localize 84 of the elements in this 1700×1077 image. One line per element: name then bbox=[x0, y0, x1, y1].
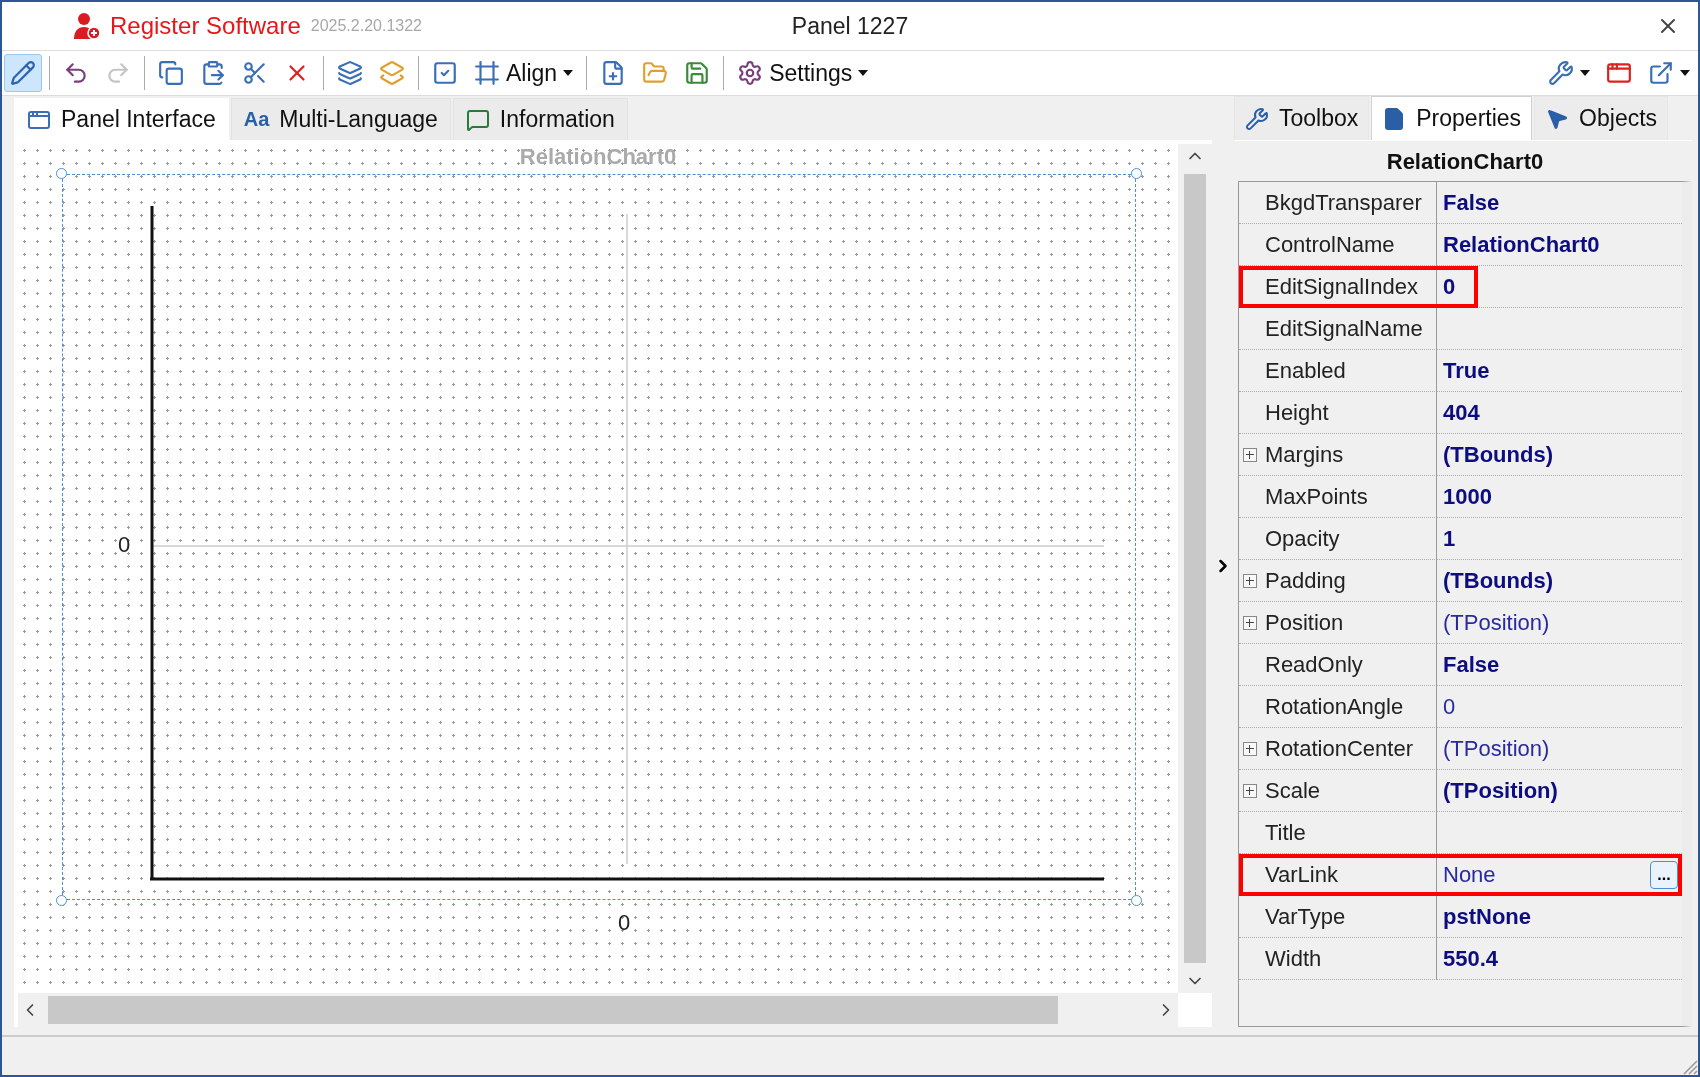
property-name: Width bbox=[1265, 945, 1322, 972]
menu-button[interactable]: Settings bbox=[731, 54, 875, 92]
property-name: Opacity bbox=[1265, 525, 1340, 552]
panel-tab[interactable]: Objects bbox=[1534, 96, 1669, 140]
checkbox-icon bbox=[432, 60, 458, 86]
resize-handle[interactable] bbox=[56, 168, 67, 179]
property-name: Enabled bbox=[1265, 357, 1346, 384]
paste-icon bbox=[200, 60, 226, 86]
menu-button[interactable]: Align bbox=[468, 54, 580, 92]
property-name: RotationAngle bbox=[1265, 693, 1404, 720]
property-value[interactable]: True bbox=[1443, 357, 1490, 384]
settings-icon bbox=[737, 60, 764, 86]
font-icon: Aa bbox=[243, 108, 270, 131]
user-icon bbox=[72, 11, 102, 41]
property-name: VarLink bbox=[1265, 861, 1338, 888]
property-value[interactable]: (TPosition) bbox=[1443, 777, 1558, 804]
property-value[interactable]: 0 bbox=[1443, 693, 1456, 720]
chat-icon bbox=[465, 107, 490, 132]
property-name: ControlName bbox=[1265, 231, 1395, 258]
property-name: Position bbox=[1265, 609, 1344, 636]
layers-icon bbox=[379, 60, 405, 86]
property-name: RotationCenter bbox=[1265, 735, 1413, 762]
redo-icon bbox=[105, 60, 131, 86]
document-tab[interactable]: Information bbox=[452, 98, 628, 140]
property-name: Height bbox=[1265, 399, 1329, 426]
property-name: Title bbox=[1265, 819, 1306, 846]
scrollbar-thumb[interactable] bbox=[1184, 174, 1206, 963]
undo-icon bbox=[63, 60, 89, 86]
resize-handle[interactable] bbox=[56, 895, 67, 906]
property-name: Margins bbox=[1265, 441, 1344, 468]
version-text: 2025.2.20.1322 bbox=[310, 17, 422, 35]
toolbar-button[interactable] bbox=[4, 54, 42, 92]
property-value[interactable]: False bbox=[1443, 189, 1500, 216]
property-name: ReadOnly bbox=[1265, 651, 1363, 678]
selection-frame[interactable] bbox=[62, 174, 1136, 900]
app-name: Register Software bbox=[110, 12, 301, 40]
property-value[interactable]: (TPosition) bbox=[1443, 609, 1550, 636]
expand-icon[interactable] bbox=[1243, 615, 1257, 630]
copy-icon bbox=[158, 60, 184, 86]
document-tab[interactable]: Panel Interface bbox=[14, 98, 229, 140]
expand-icon[interactable] bbox=[1243, 573, 1257, 588]
property-value[interactable]: None bbox=[1443, 861, 1496, 888]
property-name: BkgdTransparer bbox=[1265, 189, 1422, 216]
export-icon bbox=[1648, 60, 1674, 86]
control-caption: RelationChart0 bbox=[519, 144, 677, 170]
object-name: RelationChart0 bbox=[1385, 148, 1545, 176]
window-title: Panel 1227 bbox=[791, 12, 909, 40]
property-name: Scale bbox=[1265, 777, 1321, 804]
wrench-icon bbox=[1245, 106, 1269, 131]
property-value[interactable]: 1000 bbox=[1443, 483, 1492, 510]
scissors-icon bbox=[242, 60, 268, 86]
property-name: EditSignalIndex bbox=[1265, 273, 1418, 300]
expand-icon[interactable] bbox=[1243, 741, 1257, 756]
property-value[interactable]: RelationChart0 bbox=[1443, 231, 1600, 258]
wrench-icon bbox=[1548, 60, 1574, 86]
property-name: Padding bbox=[1265, 567, 1346, 594]
pencil-icon bbox=[10, 60, 36, 86]
property-name: EditSignalName bbox=[1265, 315, 1423, 342]
layers-icon bbox=[337, 60, 363, 86]
property-value[interactable]: pstNone bbox=[1443, 903, 1531, 930]
property-value[interactable]: (TPosition) bbox=[1443, 735, 1550, 762]
property-name: MaxPoints bbox=[1265, 483, 1368, 510]
ellipsis-button[interactable]: ... bbox=[1650, 860, 1678, 889]
expand-icon[interactable] bbox=[1243, 447, 1257, 462]
property-value[interactable]: (TBounds) bbox=[1443, 441, 1553, 468]
property-value[interactable]: 550.4 bbox=[1443, 945, 1499, 972]
property-value[interactable]: 0 bbox=[1443, 273, 1456, 300]
property-value[interactable]: False bbox=[1443, 651, 1500, 678]
frame-icon bbox=[474, 60, 500, 86]
resize-handle[interactable] bbox=[1131, 895, 1142, 906]
document-tab[interactable]: Aa Multi-Language bbox=[230, 98, 451, 140]
expand-icon[interactable] bbox=[1243, 783, 1257, 798]
property-value[interactable]: 404 bbox=[1443, 399, 1480, 426]
folder-icon bbox=[642, 60, 669, 86]
resize-handle[interactable] bbox=[1131, 168, 1142, 179]
scrollbar-thumb[interactable] bbox=[48, 996, 1058, 1024]
axis-label: 0 bbox=[118, 532, 131, 558]
property-value[interactable]: (TBounds) bbox=[1443, 567, 1553, 594]
axis-label: 0 bbox=[618, 910, 631, 936]
save-icon bbox=[684, 60, 711, 86]
panel-tab[interactable]: Properties bbox=[1371, 96, 1533, 140]
property-value[interactable]: 1 bbox=[1443, 525, 1456, 552]
property-name: VarType bbox=[1265, 903, 1346, 930]
panel-tab[interactable]: Toolbox bbox=[1234, 96, 1370, 140]
